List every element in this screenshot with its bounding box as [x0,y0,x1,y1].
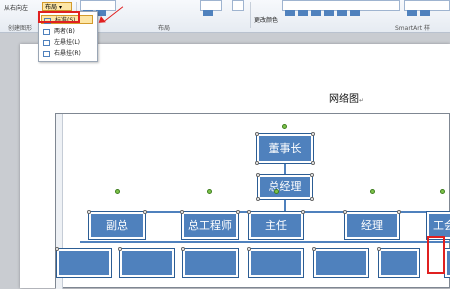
resize-handle[interactable] [247,247,251,251]
resize-handle[interactable] [256,197,260,201]
document-title-text: 网络图 [329,94,359,105]
rotate-handle[interactable] [370,189,375,194]
resize-handle[interactable] [55,247,59,251]
left-hanging-icon [43,39,50,46]
resize-handle[interactable] [343,210,347,214]
org-box-third-3[interactable]: 主任 [248,211,304,240]
org-box-second[interactable]: 总经理 [257,174,313,200]
group-label-create-graphic: 创建图形 [8,25,33,32]
org-box-third-4[interactable]: 经理 [344,211,400,240]
menu-item-label: 两者(B) [54,28,75,35]
org-box-label: 经理 [361,219,383,232]
document-title: 网络图↵ [329,90,364,105]
menu-item-left-hanging[interactable]: 左悬挂(L) [41,38,93,47]
rotate-handle[interactable] [274,189,279,194]
resize-handle[interactable] [377,247,381,251]
org-box-third-2[interactable]: 总工程师 [181,211,239,240]
resize-handle[interactable] [301,210,305,214]
org-box-bottom[interactable] [248,248,304,278]
both-layout-icon [43,28,50,35]
gallery-scroll-button[interactable] [232,0,244,11]
org-box-bottom[interactable] [56,248,112,278]
org-box-bottom[interactable] [313,248,369,278]
resize-handle[interactable] [311,161,315,165]
selected-shape-highlight [427,236,445,274]
resize-handle[interactable] [256,173,260,177]
resize-handle[interactable] [310,197,314,201]
resize-handle[interactable] [397,210,401,214]
org-box-label: 董事长 [268,142,302,155]
resize-handle[interactable] [181,247,185,251]
layout-button[interactable]: 布局 ▾ [42,2,72,11]
org-box-third-1[interactable]: 副总 [88,211,146,240]
resize-handle[interactable] [180,210,184,214]
org-box-label: 总工程师 [188,219,232,232]
from-right-to-left-button[interactable]: 从右向左 [4,3,28,12]
resize-handle[interactable] [310,173,314,177]
org-box-top[interactable]: 董事长 [256,133,314,164]
smartart-styles-gallery-right[interactable] [404,0,450,16]
org-box-third-5[interactable]: 工会 [426,211,450,240]
resize-handle[interactable] [236,210,240,214]
menu-item-highlight [38,11,80,23]
resize-handle[interactable] [87,210,91,214]
rotate-handle[interactable] [115,189,120,194]
group-label-layout: 布局 [158,25,171,32]
org-box-label: 主任 [265,219,287,232]
rotate-handle[interactable] [207,189,212,194]
resize-handle[interactable] [255,161,259,165]
layout-gallery-more[interactable] [200,0,222,16]
rotate-handle[interactable] [440,189,445,194]
resize-handle[interactable] [312,247,316,251]
org-box-bottom[interactable] [182,248,239,278]
org-box-label: 工会 [433,219,450,232]
right-hanging-icon [43,50,50,57]
layout-button-label: 布局 [45,4,58,11]
resize-handle[interactable] [255,132,259,136]
menu-item-right-hanging[interactable]: 右悬挂(R) [41,49,93,58]
menu-item-both[interactable]: 两者(B) [41,27,93,36]
org-box-bottom[interactable] [119,248,175,278]
layout-gallery[interactable] [80,0,116,16]
org-box-bottom[interactable] [444,248,450,278]
paragraph-mark: ↵ [359,97,365,104]
ribbon-separator [250,2,251,28]
menu-item-label: 左悬挂(L) [54,39,81,46]
resize-handle[interactable] [143,210,147,214]
resize-handle[interactable] [247,210,251,214]
org-box-label: 副总 [106,219,128,232]
smartart-styles-gallery[interactable] [282,0,400,16]
connector-line [80,241,450,243]
resize-handle[interactable] [311,132,315,136]
group-label-smartart-styles: SmartArt 样 [395,25,430,32]
change-colors-button[interactable]: 更改颜色 [254,15,278,24]
org-box-bottom[interactable] [378,248,420,278]
rotate-handle[interactable] [282,124,287,129]
chevron-down-icon: ▾ [58,4,62,11]
resize-handle[interactable] [118,247,122,251]
menu-item-label: 右悬挂(R) [54,50,81,57]
